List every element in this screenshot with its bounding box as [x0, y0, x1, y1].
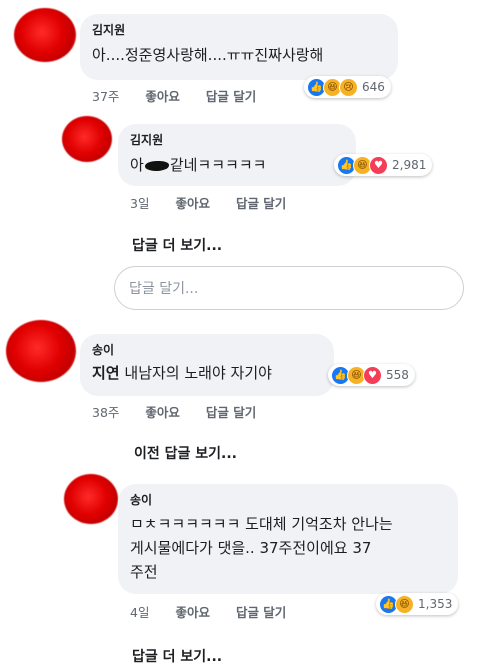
sad-reaction-icon: 😢 [339, 77, 358, 97]
reaction-count: 2,981 [392, 158, 427, 172]
comment-text: 아 같네ㅋㅋㅋㅋㅋ [130, 154, 344, 176]
love-reaction-icon: ♥ [369, 155, 388, 175]
like-button[interactable]: 좋아요 [145, 89, 180, 104]
comment-text: 아....정준영사랑해....ㅠㅠ진짜사랑해 [92, 46, 324, 64]
reply-input-placeholder: 답글 달기... [129, 281, 199, 297]
comment-text: ㅁㅊㅋㅋㅋㅋㅋㅋ 도대체 기억조차 안나는 게시물에다가 댓을.. 37주전이에… [130, 515, 393, 581]
like-button[interactable]: 좋아요 [145, 405, 180, 420]
comment-meta: 38주 좋아요 답글 달기 [92, 402, 278, 421]
reaction-summary[interactable]: 👍 😆 ♥ 2,981 [334, 154, 433, 176]
avatar[interactable] [64, 474, 118, 524]
comment-meta: 4일 좋아요 답글 달기 [130, 602, 308, 621]
comment-bubble: 김지원 아 같네ㅋㅋㅋㅋㅋ [118, 124, 356, 186]
comment-bubble: 송이 ㅁㅊㅋㅋㅋㅋㅋㅋ 도대체 기억조차 안나는 게시물에다가 댓을.. 37주… [118, 484, 458, 594]
more-replies-link[interactable]: 답글 더 보기... [132, 646, 222, 666]
comment-author[interactable]: 송이 [92, 342, 322, 358]
comment-time[interactable]: 38주 [92, 405, 119, 420]
reaction-summary[interactable]: 👍 😆 😢 646 [304, 76, 391, 98]
reaction-count: 558 [386, 368, 409, 382]
previous-replies-link[interactable]: 이전 답글 보기... [134, 443, 237, 463]
reply-button[interactable]: 답글 달기 [206, 89, 256, 104]
reply-input[interactable]: 답글 달기... [114, 266, 464, 310]
like-button[interactable]: 좋아요 [175, 196, 210, 211]
avatar[interactable] [62, 116, 112, 162]
like-button[interactable]: 좋아요 [175, 605, 210, 620]
comment-meta: 3일 좋아요 답글 달기 [130, 193, 308, 212]
reaction-count: 646 [362, 80, 385, 94]
comment-time[interactable]: 4일 [130, 605, 149, 620]
reply-button[interactable]: 답글 달기 [206, 405, 256, 420]
redaction-scribble [144, 160, 169, 171]
comment-bubble: 김지원 아....정준영사랑해....ㅠㅠ진짜사랑해 [80, 14, 398, 80]
reaction-count: 1,353 [418, 597, 453, 611]
reply-button[interactable]: 답글 달기 [236, 605, 286, 620]
comment-author[interactable]: 송이 [130, 492, 446, 508]
comment-author[interactable]: 김지원 [130, 132, 344, 148]
comment-author[interactable]: 김지원 [92, 22, 386, 38]
comment-meta: 37주 좋아요 답글 달기 [92, 86, 278, 105]
comment-text-start: 아 [130, 156, 144, 174]
reaction-summary[interactable]: 👍 😆 1,353 [376, 593, 459, 615]
comment-bubble: 송이 지연 내남자의 노래야 자기야 [80, 334, 334, 396]
comment-time[interactable]: 37주 [92, 89, 119, 104]
avatar[interactable] [14, 8, 76, 62]
love-reaction-icon: ♥ [363, 365, 382, 385]
comment-text-body: 내남자의 노래야 자기야 [124, 364, 272, 382]
avatar[interactable] [6, 320, 76, 382]
haha-reaction-icon: 😆 [395, 594, 414, 614]
comment-time[interactable]: 3일 [130, 196, 149, 211]
tagged-user[interactable]: 지연 [92, 364, 120, 382]
reply-button[interactable]: 답글 달기 [236, 196, 286, 211]
more-replies-link[interactable]: 답글 더 보기... [132, 235, 222, 255]
comment-text: 지연 내남자의 노래야 자기야 [92, 362, 322, 384]
comment-text-end: 같네ㅋㅋㅋㅋㅋ [169, 156, 267, 174]
reaction-summary[interactable]: 👍 😆 ♥ 558 [328, 364, 415, 386]
